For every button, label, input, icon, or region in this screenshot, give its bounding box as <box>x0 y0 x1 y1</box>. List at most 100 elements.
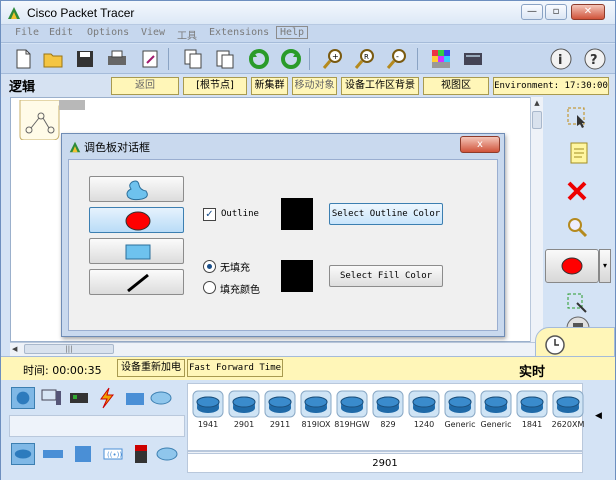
select-fill-color-button[interactable]: Select Fill Color <box>329 265 443 287</box>
zoom-in-icon[interactable]: + <box>321 47 345 71</box>
category-label-area <box>9 415 185 437</box>
zoom-out-icon[interactable]: - <box>385 47 409 71</box>
security-icon[interactable] <box>129 443 153 465</box>
set-background-button[interactable]: 设备工作区背景 <box>341 77 419 95</box>
menu-file[interactable]: File <box>15 27 39 38</box>
router-icon <box>300 390 332 418</box>
new-cluster-button[interactable]: 新集群 <box>251 77 288 95</box>
shape-dropdown-button[interactable]: ▾ <box>599 249 611 283</box>
menu-edit[interactable]: Edit <box>49 27 73 38</box>
device-item[interactable]: 819HGW <box>334 390 370 429</box>
device-label: 2911 <box>269 420 291 429</box>
device-item[interactable]: 1841 <box>516 390 548 429</box>
fast-forward-button[interactable]: Fast Forward Time <box>187 359 283 377</box>
info-icon[interactable]: i <box>549 47 573 71</box>
scroll-left-icon[interactable]: ◀ <box>12 345 17 353</box>
scroll-up-icon[interactable]: ▲ <box>533 99 541 107</box>
device-label: Generic <box>480 420 512 429</box>
vertical-scroll-thumb[interactable] <box>532 111 542 129</box>
device-item[interactable]: 1240 <box>408 390 440 429</box>
router-icon <box>228 390 260 418</box>
select-icon[interactable] <box>565 105 589 129</box>
paste-icon[interactable] <box>213 47 237 71</box>
select-outline-color-button[interactable]: Select Outline Color <box>329 203 443 225</box>
device-item[interactable]: 2911 <box>264 390 296 429</box>
move-object-button[interactable]: 移动对象 <box>292 77 337 95</box>
wireless-devices-icon[interactable]: ((•)) <box>101 443 125 465</box>
network-devices-icon[interactable] <box>11 387 35 409</box>
redo-icon[interactable] <box>279 47 303 71</box>
delete-icon[interactable] <box>565 179 589 203</box>
device-item[interactable]: 2901 <box>228 390 260 429</box>
environment-button[interactable]: Environment: 17:30:00 <box>493 77 609 95</box>
toolbar-separator <box>309 48 310 70</box>
power-cycle-button[interactable]: 设备重新加电 <box>117 359 185 377</box>
main-toolbar: + R - i ? <box>1 44 615 74</box>
components-icon[interactable] <box>67 387 91 409</box>
connections-icon[interactable] <box>95 387 119 409</box>
menu-view[interactable]: View <box>141 27 165 38</box>
resize-icon[interactable] <box>565 291 589 315</box>
toolbar-separator <box>168 48 169 70</box>
horizontal-scroll-thumb[interactable]: ||| <box>24 344 114 354</box>
menu-tools[interactable]: 工具 <box>177 27 197 42</box>
device-selection-panel: ((•)) 1941 2901 2911 819IOX 819HGW 829 1240 Gen… <box>1 381 615 480</box>
device-list: 1941 2901 2911 819IOX 819HGW 829 1240 Generic Ge… <box>187 383 584 451</box>
palette-icon[interactable] <box>429 47 453 71</box>
ellipse-shape-button[interactable] <box>89 207 184 233</box>
menu-options[interactable]: Options <box>87 27 129 38</box>
selected-device-name-box: 2901 <box>187 453 583 473</box>
device-item[interactable]: Generic <box>480 390 512 429</box>
multiuser-icon[interactable] <box>149 387 173 409</box>
hubs-icon[interactable] <box>71 443 95 465</box>
close-button[interactable]: ✕ <box>571 4 605 20</box>
back-button[interactable]: 返回 <box>111 77 179 95</box>
help-icon[interactable]: ? <box>583 47 607 71</box>
activity-wizard-icon[interactable] <box>138 47 162 71</box>
menu-extensions[interactable]: Extensions <box>209 27 269 38</box>
undo-icon[interactable] <box>247 47 271 71</box>
logical-workspace-label: 逻辑 <box>9 80 36 95</box>
dialog-close-button[interactable]: x <box>460 136 500 153</box>
outline-checkbox[interactable]: ✓ <box>203 208 216 221</box>
fill-color-radio[interactable] <box>203 281 216 294</box>
device-item[interactable]: 2620XM <box>552 390 584 429</box>
copy-icon[interactable] <box>181 47 205 71</box>
inspect-icon[interactable] <box>565 215 589 239</box>
freeform-shape-button[interactable] <box>89 176 184 202</box>
switches-icon[interactable] <box>41 443 65 465</box>
end-devices-icon[interactable] <box>39 387 63 409</box>
line-shape-button[interactable] <box>89 269 184 295</box>
root-node-button[interactable]: [根节点] <box>183 77 247 95</box>
print-icon[interactable] <box>105 47 129 71</box>
device-label: Generic <box>444 420 476 429</box>
misc-icon[interactable] <box>123 387 147 409</box>
dialog-content: ✓ Outline Select Outline Color 无填充 填充颜色 … <box>68 159 498 331</box>
no-fill-radio[interactable] <box>203 260 216 273</box>
device-item[interactable]: 1941 <box>192 390 224 429</box>
draw-shape-tool[interactable] <box>545 249 599 283</box>
zoom-reset-icon[interactable]: R <box>353 47 377 71</box>
custom-device-icon[interactable] <box>461 47 485 71</box>
minimize-button[interactable]: — <box>521 4 543 20</box>
wan-emulation-icon[interactable] <box>155 443 179 465</box>
rectangle-shape-button[interactable] <box>89 238 184 264</box>
open-icon[interactable] <box>41 47 65 71</box>
menu-help[interactable]: Help <box>276 26 309 39</box>
app-window: Cisco Packet Tracer — ▫ ✕ File Edit Opti… <box>0 0 616 480</box>
vertical-scrollbar[interactable]: ▲ <box>530 97 543 342</box>
routers-icon[interactable] <box>11 443 35 465</box>
restore-button[interactable]: ▫ <box>545 4 567 20</box>
device-item[interactable]: Generic <box>444 390 476 429</box>
horizontal-scrollbar[interactable]: ◀ ||| <box>10 342 544 356</box>
save-icon[interactable] <box>73 47 97 71</box>
note-icon[interactable] <box>567 141 591 165</box>
router-icon <box>336 390 368 418</box>
device-item[interactable]: 829 <box>372 390 404 429</box>
router-icon <box>408 390 440 418</box>
viewport-button[interactable]: 视图区 <box>423 77 489 95</box>
device-item[interactable]: 819IOX <box>300 390 332 429</box>
new-icon[interactable] <box>11 47 35 71</box>
scroll-device-right-icon[interactable]: ◀ <box>595 411 602 421</box>
svg-text:+: + <box>332 52 339 61</box>
